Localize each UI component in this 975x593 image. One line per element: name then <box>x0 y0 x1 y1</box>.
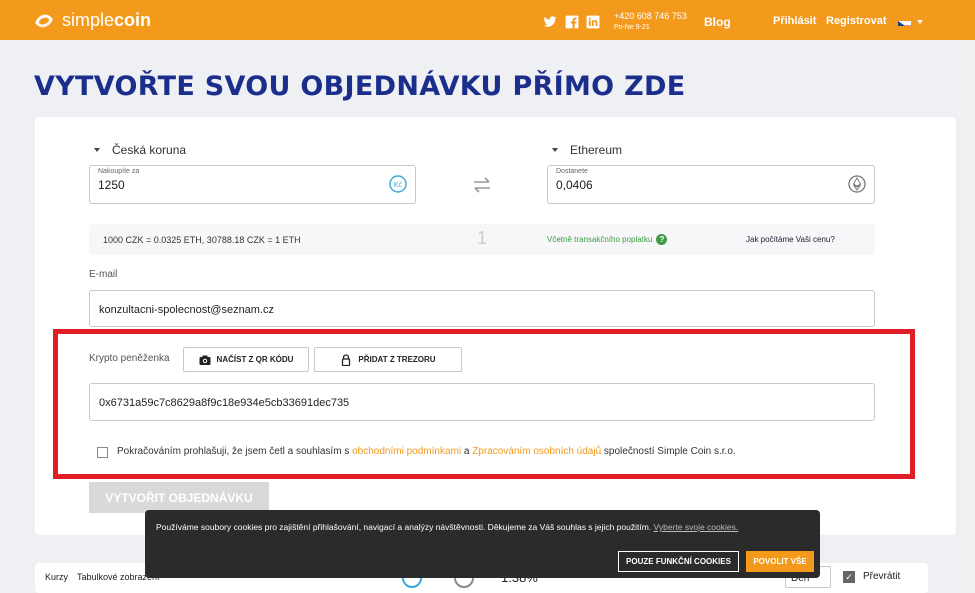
cookie-text: Používáme soubory cookies pro zajištění … <box>156 521 796 534</box>
trezor-label: PŘIDAT Z TREZORU <box>358 355 436 364</box>
chevron-down-icon <box>94 148 100 152</box>
to-amount-label: Dostanete <box>556 168 588 175</box>
terms-prefix: Pokračováním prohlašuji, že jsem četl a … <box>117 446 353 457</box>
from-currency-label: Česká koruna <box>112 143 187 157</box>
facebook-icon[interactable] <box>565 15 579 29</box>
top-navbar: simplecoin +420 608 746 753 Po-Ne 9-21 B… <box>0 0 975 40</box>
invert-label: Převrátit <box>863 571 901 582</box>
cookie-message: Používáme soubory cookies pro zajištění … <box>156 522 654 532</box>
ethereum-icon <box>848 175 866 193</box>
nav-register-link[interactable]: Registrovat <box>826 15 887 27</box>
logo-text-light: simple <box>62 10 115 30</box>
trezor-button[interactable]: PŘIDAT Z TREZORU <box>314 347 462 372</box>
opening-hours: Po-Ne 9-21 <box>614 24 650 31</box>
phone-number: +420 608 746 753 <box>614 11 687 21</box>
to-currency-label: Ethereum <box>570 143 623 157</box>
czech-flag-icon[interactable] <box>898 17 911 26</box>
svg-text:Kč: Kč <box>394 181 403 189</box>
to-amount-field[interactable]: Dostanete 0,0406 <box>547 165 875 204</box>
cookie-banner: Používáme soubory cookies pro zajištění … <box>145 510 820 578</box>
swap-icon[interactable] <box>472 177 492 193</box>
email-label: E-mail <box>89 269 118 280</box>
czk-icon: Kč <box>389 175 407 193</box>
create-order-button[interactable]: VYTVOŘIT OBJEDNÁVKU <box>89 482 269 513</box>
logo[interactable]: simplecoin <box>34 10 151 31</box>
email-input[interactable]: konzultacni-spolecnost@seznam.cz <box>89 290 875 327</box>
logo-icon <box>35 14 53 27</box>
from-amount-field[interactable]: Nakoupíte za 1250 Kč <box>89 165 416 204</box>
fee-note-text: Včetně transakčního poplatku <box>547 235 653 244</box>
from-amount-value: 1250 <box>98 178 125 192</box>
page-title: VYTVOŘTE SVOU OBJEDNÁVKU PŘÍMO ZDE <box>34 71 686 102</box>
wallet-address-value: 0x6731a59c7c8629a8f9c18e934e5cb33691dec7… <box>99 397 350 409</box>
logo-text-bold: coin <box>114 10 152 30</box>
help-icon[interactable]: ? <box>656 234 668 245</box>
terms-checkbox[interactable] <box>97 447 108 458</box>
terms-middle: a <box>461 446 473 457</box>
chevron-down-icon <box>552 148 558 152</box>
price-info-link[interactable]: Jak počítáme Vaši cenu? <box>746 235 835 244</box>
rate-text: 1000 CZK = 0.0325 ETH, 30788.18 CZK = 1 … <box>103 235 301 245</box>
lock-icon <box>342 353 351 366</box>
rate-info-bar: 1000 CZK = 0.0325 ETH, 30788.18 CZK = 1 … <box>89 224 875 255</box>
scrollbar[interactable] <box>966 40 975 593</box>
invert-checkbox[interactable]: ✓ <box>843 571 855 583</box>
from-amount-label: Nakoupíte za <box>98 168 140 175</box>
fee-note: Včetně transakčního poplatku ? <box>547 234 668 245</box>
terms-text: Pokračováním prohlašuji, že jsem četl a … <box>117 446 736 457</box>
twitter-icon[interactable] <box>543 15 557 29</box>
privacy-link[interactable]: Zpracováním osobních údajů <box>472 446 601 457</box>
email-value: konzultacni-spolecnost@seznam.cz <box>99 304 275 316</box>
wallet-address-input[interactable]: 0x6731a59c7c8629a8f9c18e934e5cb33691dec7… <box>89 383 875 421</box>
qr-scan-button[interactable]: NAČÍST Z QR KÓDU <box>183 347 309 372</box>
language-caret-icon[interactable] <box>917 20 923 24</box>
rates-label: Kurzy <box>45 572 69 582</box>
from-currency-select[interactable]: Česká koruna <box>94 143 186 157</box>
allow-all-cookies-button[interactable]: POVOLIT VŠE <box>746 551 814 572</box>
terms-conditions-link[interactable]: obchodními podmínkami <box>352 446 461 457</box>
wallet-label: Krypto peněženka <box>89 353 170 364</box>
camera-icon <box>199 355 211 365</box>
to-currency-select[interactable]: Ethereum <box>552 143 622 157</box>
nav-blog-link[interactable]: Blog <box>704 15 731 29</box>
nav-login-link[interactable]: Přihlásit <box>773 15 816 27</box>
contact-phone[interactable]: +420 608 746 753 Po-Ne 9-21 <box>614 11 687 33</box>
qr-scan-label: NAČÍST Z QR KÓDU <box>216 355 294 364</box>
linkedin-icon[interactable] <box>586 15 600 29</box>
functional-cookies-button[interactable]: POUZE FUNKČNÍ COOKIES <box>618 551 739 572</box>
to-amount-value: 0,0406 <box>556 178 593 192</box>
terms-suffix: společností Simple Coin s.r.o. <box>601 446 736 457</box>
rate-step-number: 1 <box>477 228 488 248</box>
cookie-settings-link[interactable]: Vyberte svoje cookies. <box>654 522 739 532</box>
